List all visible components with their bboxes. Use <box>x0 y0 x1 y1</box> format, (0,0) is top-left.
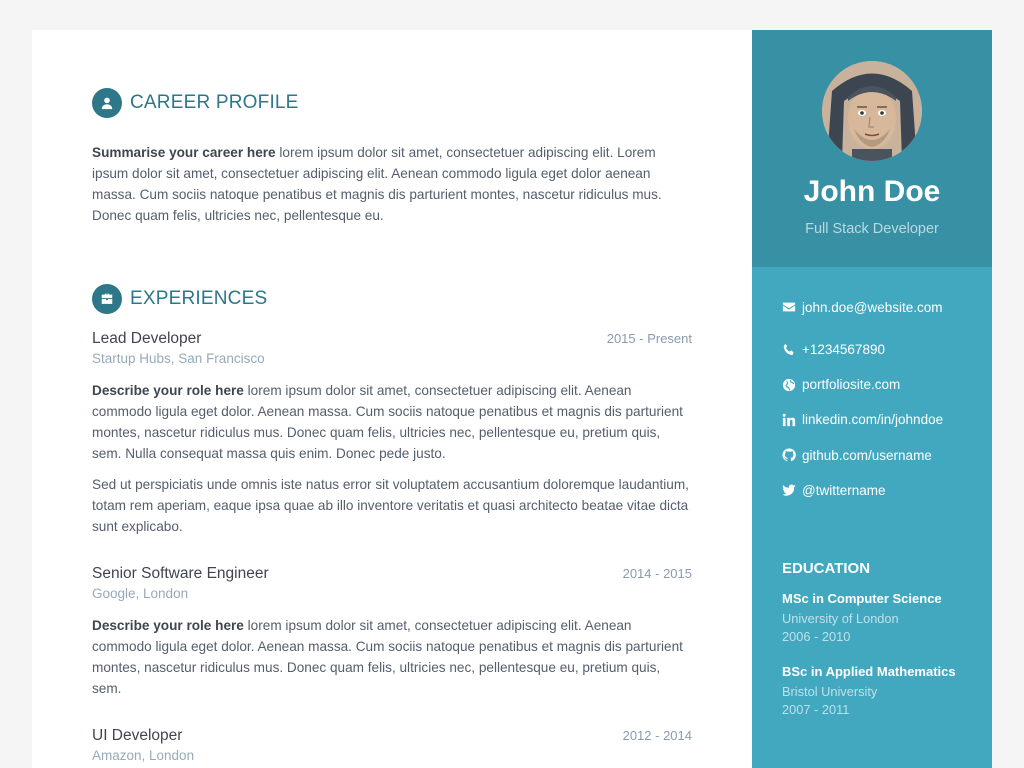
education-degree: MSc in Computer Science <box>782 590 942 606</box>
job-time: 2015 - Present <box>606 331 692 346</box>
contact-email-text[interactable]: john.doe@website.com <box>802 300 943 315</box>
contact-twitter-text[interactable]: @twittername <box>802 483 885 498</box>
education-years: 2007 - 2011 <box>782 701 850 717</box>
career-profile-section: CAREER PROFILE Summarise your career her… <box>92 88 692 226</box>
education-meta: Bristol University 2007 - 2011 <box>782 683 962 719</box>
briefcase-icon <box>92 284 122 314</box>
job-title: Senior Software Engineer <box>92 565 269 582</box>
career-summary-lead: Summarise your career here <box>92 145 276 160</box>
main-content: CAREER PROFILE Summarise your career her… <box>32 30 752 768</box>
envelope-icon <box>782 300 796 314</box>
career-profile-heading: CAREER PROFILE <box>92 88 692 118</box>
job-description-lead: Describe your role here <box>92 383 244 398</box>
job-item: Senior Software Engineer 2014 - 2015 Goo… <box>92 565 692 699</box>
contact-github-text[interactable]: github.com/username <box>802 448 932 463</box>
job-description: Describe your role here lorem ipsum dolo… <box>92 615 692 699</box>
job-company: Google, London <box>92 586 189 601</box>
experiences-title: EXPERIENCES <box>130 288 268 309</box>
job-time: 2012 - 2014 <box>622 728 692 743</box>
job-title: UI Developer <box>92 727 183 744</box>
contact-linkedin-text[interactable]: linkedin.com/in/johndoe <box>802 412 943 427</box>
profile-tagline: Full Stack Developer <box>805 221 939 237</box>
job-item: Lead Developer 2015 - Present Startup Hu… <box>92 330 692 537</box>
job-title: Lead Developer <box>92 330 202 347</box>
contact-phone-text[interactable]: +1234567890 <box>802 342 885 357</box>
job-description-extra: Sed ut perspiciatis unde omnis iste natu… <box>92 477 689 534</box>
linkedin-icon <box>782 413 796 427</box>
profile-container: John Doe Full Stack Developer <box>752 30 992 267</box>
contact-phone[interactable]: +1234567890 <box>782 332 962 367</box>
globe-icon <box>782 378 796 392</box>
experiences-heading: EXPERIENCES <box>92 284 692 314</box>
education-degree: BSc in Applied Mathematics <box>782 663 956 679</box>
job-description: Describe your role here lorem ipsum dolo… <box>92 380 692 464</box>
education-meta: University of London 2006 - 2010 <box>782 610 962 646</box>
contact-website-text[interactable]: portfoliosite.com <box>802 377 900 392</box>
contact-twitter[interactable]: @twittername <box>782 473 962 508</box>
profile-name: John Doe <box>803 175 941 208</box>
user-icon <box>92 88 122 118</box>
avatar <box>822 61 922 161</box>
sidebar: John Doe Full Stack Developer john.doe@w… <box>752 30 992 768</box>
contact-list: john.doe@website.com +1234567890 portfol… <box>752 267 992 508</box>
job-company: Amazon, London <box>92 748 195 763</box>
career-summary: Summarise your career here lorem ipsum d… <box>92 142 692 226</box>
phone-icon <box>782 343 796 357</box>
job-company: Startup Hubs, San Francisco <box>92 351 265 366</box>
resume: CAREER PROFILE Summarise your career her… <box>32 30 992 768</box>
job-time: 2014 - 2015 <box>622 566 692 581</box>
experiences-section: EXPERIENCES Lead Developer 2015 - Presen… <box>92 284 692 763</box>
twitter-icon <box>782 483 796 497</box>
career-profile-title: CAREER PROFILE <box>130 92 299 113</box>
contact-email[interactable]: john.doe@website.com <box>782 297 962 317</box>
job-description-lead: Describe your role here <box>92 618 244 633</box>
contact-linkedin[interactable]: linkedin.com/in/johndoe <box>782 402 962 437</box>
github-icon <box>782 448 796 462</box>
education-years: 2006 - 2010 <box>782 628 851 644</box>
job-item: UI Developer 2012 - 2014 Amazon, London <box>92 727 692 763</box>
education-title: EDUCATION <box>782 559 871 577</box>
education-school: Bristol University <box>782 683 878 699</box>
contact-website[interactable]: portfoliosite.com <box>782 367 962 402</box>
contact-github[interactable]: github.com/username <box>782 438 962 473</box>
education-section: EDUCATION MSc in Computer Science Univer… <box>752 560 992 719</box>
education-school: University of London <box>782 610 899 626</box>
